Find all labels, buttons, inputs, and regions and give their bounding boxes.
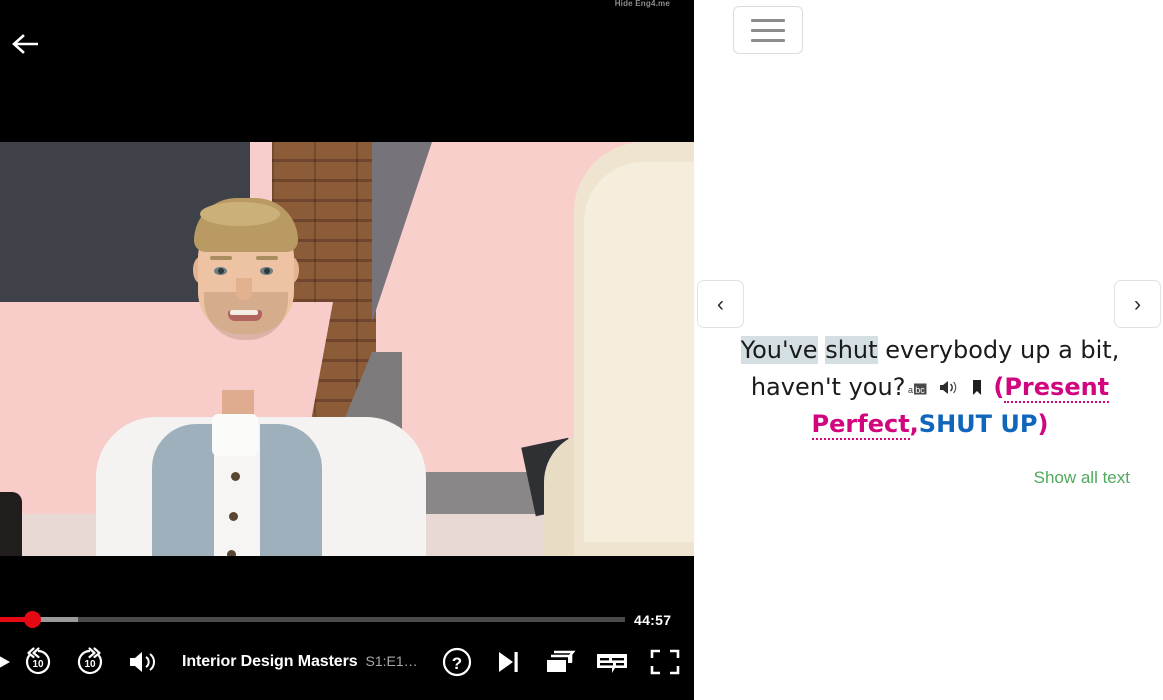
svg-text:bc: bc <box>916 385 926 395</box>
bookmark-icon[interactable] <box>971 370 983 406</box>
episode-label: S1:E1… <box>365 653 418 669</box>
now-playing-title: Interior Design Masters S1:E1… <box>182 653 418 671</box>
phrase-tag[interactable]: SHUT UP <box>919 410 1038 438</box>
tag-separator: , <box>909 410 919 438</box>
progress-bar[interactable]: 44:57 <box>0 610 694 630</box>
next-episode-button[interactable] <box>484 640 534 684</box>
previous-subtitle-button[interactable]: ‹ <box>697 280 744 328</box>
svg-text:?: ? <box>451 654 461 673</box>
subtitle-plain-text-2: you? <box>848 373 906 401</box>
show-title: Interior Design Masters <box>182 653 358 670</box>
subtitles-button[interactable] <box>586 640 638 684</box>
episodes-button[interactable] <box>534 640 586 684</box>
svg-text:10: 10 <box>32 659 44 670</box>
progress-scrubber[interactable] <box>24 611 41 628</box>
person-eye <box>260 267 273 275</box>
subtitle-text[interactable]: You've shut everybody up a bit, haven't … <box>710 332 1150 442</box>
volume-button[interactable] <box>116 640 170 684</box>
subtitle-highlight-word[interactable]: You've <box>740 336 818 364</box>
back-arrow-icon[interactable] <box>8 26 44 62</box>
person-eyebrow <box>210 256 232 260</box>
progress-track[interactable] <box>0 617 625 622</box>
fullscreen-button[interactable] <box>638 640 692 684</box>
forward-10-button[interactable]: 10 <box>64 640 116 684</box>
person-teeth <box>230 310 258 315</box>
show-all-text-link[interactable]: Show all text <box>694 468 1134 488</box>
player-controls: 10 10 Interior Design Masters S1:E1… ? <box>0 640 694 684</box>
person-eye <box>214 267 227 275</box>
hamburger-icon <box>751 38 785 42</box>
paren-open: ( <box>993 373 1005 401</box>
subtitle-panel: ‹ › You've shut everybody up a bit, have… <box>694 0 1163 700</box>
hide-overlay-label[interactable]: Hide Eng4.me <box>615 0 670 8</box>
time-remaining: 44:57 <box>634 612 672 628</box>
help-button[interactable]: ? <box>430 640 484 684</box>
video-frame[interactable] <box>0 142 694 556</box>
vest-button <box>231 472 240 481</box>
chevron-left-icon: ‹ <box>717 292 724 316</box>
paren-close: ) <box>1037 410 1049 438</box>
svg-text:a: a <box>908 385 913 395</box>
video-player[interactable]: Hide Eng4.me 44:57 10 10 Interior Design… <box>0 0 694 700</box>
play-button[interactable] <box>0 640 12 684</box>
vest-button <box>229 512 238 521</box>
chevron-right-icon: › <box>1134 292 1141 316</box>
app-root: Hide Eng4.me 44:57 10 10 Interior Design… <box>0 0 1163 700</box>
scene-grey-wedge-top <box>372 142 432 322</box>
second-person-hair <box>574 142 694 556</box>
abc-icon[interactable]: a bc <box>908 370 927 406</box>
scene-left-object <box>0 492 22 556</box>
person-collar <box>212 414 258 456</box>
hamburger-menu-button[interactable] <box>733 6 803 54</box>
rewind-10-button[interactable]: 10 <box>12 640 64 684</box>
svg-text:10: 10 <box>84 659 96 670</box>
hamburger-icon <box>751 28 785 32</box>
next-subtitle-button[interactable]: › <box>1114 280 1161 328</box>
person-eyebrow <box>256 256 278 260</box>
speaker-icon[interactable] <box>939 370 959 406</box>
person-nose <box>236 278 252 300</box>
hamburger-icon <box>751 18 785 22</box>
subtitle-highlight-word[interactable]: shut <box>825 336 878 364</box>
vest-button <box>227 550 236 556</box>
